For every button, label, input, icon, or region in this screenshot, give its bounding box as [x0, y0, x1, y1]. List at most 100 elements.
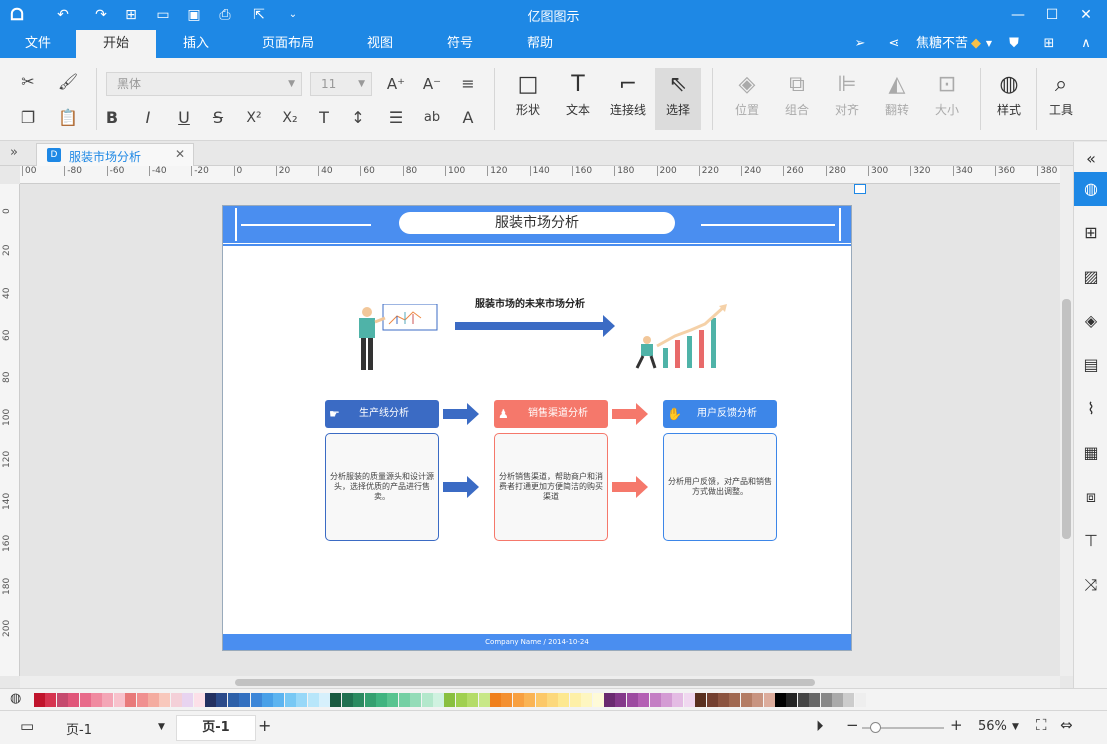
- color-swatch[interactable]: [832, 693, 843, 707]
- color-swatch[interactable]: [353, 693, 365, 707]
- tab-page-layout[interactable]: 页面布局: [250, 30, 326, 58]
- skin-icon[interactable]: ⛊: [1000, 34, 1028, 54]
- color-swatch[interactable]: [262, 693, 273, 707]
- color-swatch[interactable]: [284, 693, 296, 707]
- color-swatch[interactable]: [79, 693, 91, 707]
- color-swatch[interactable]: [581, 693, 593, 707]
- line-spacing-icon[interactable]: ↕: [346, 106, 370, 130]
- color-swatch[interactable]: [820, 693, 832, 707]
- color-swatch[interactable]: [854, 693, 866, 707]
- color-swatch[interactable]: [569, 693, 581, 707]
- color-swatch[interactable]: [501, 693, 513, 707]
- fullscreen-icon[interactable]: ⛶: [1036, 716, 1047, 734]
- color-swatch[interactable]: [512, 693, 524, 707]
- color-swatch[interactable]: [273, 693, 285, 707]
- layers-icon[interactable]: ◈: [1074, 304, 1107, 338]
- horizontal-scrollbar[interactable]: [20, 676, 1060, 688]
- format-painter-icon[interactable]: 🖌: [56, 70, 80, 94]
- add-page-button[interactable]: +: [258, 716, 271, 735]
- diagram-subtitle[interactable]: 服装市场的未来市场分析: [475, 295, 585, 310]
- color-swatch[interactable]: [193, 693, 205, 707]
- paste-icon[interactable]: 📋: [56, 106, 80, 130]
- align-left-icon[interactable]: ≡: [456, 72, 480, 96]
- table-icon[interactable]: ▦: [1074, 436, 1107, 470]
- page-handle-icon[interactable]: [854, 184, 866, 194]
- structure-icon[interactable]: ⧈: [1074, 480, 1107, 514]
- collapse-ribbon-icon[interactable]: ∧: [1076, 34, 1096, 54]
- close-tab-icon[interactable]: ✕: [175, 147, 185, 161]
- color-swatch[interactable]: [604, 693, 615, 707]
- color-swatch[interactable]: [558, 693, 570, 707]
- color-swatch[interactable]: [148, 693, 159, 707]
- card-header-feedback[interactable]: ✋ 用户反馈分析: [663, 400, 777, 428]
- color-swatch[interactable]: [478, 693, 490, 707]
- canvas-area[interactable]: 服装市场分析 服装市场的未来市场分析 ☛ 生产线分析 分析服装的质量源头和设计源…: [20, 184, 1060, 676]
- bullet-list-icon[interactable]: ☰: [384, 106, 408, 130]
- color-swatch[interactable]: [467, 693, 479, 707]
- expand-library-icon[interactable]: »: [10, 145, 18, 160]
- arrow-shape[interactable]: [443, 403, 479, 425]
- color-swatch[interactable]: [775, 693, 786, 707]
- flip-button[interactable]: ◭ 翻转: [874, 68, 920, 130]
- color-swatch[interactable]: [592, 693, 604, 707]
- zoom-level[interactable]: 56%: [978, 719, 1007, 734]
- color-swatch[interactable]: [307, 693, 319, 707]
- underline-icon[interactable]: U: [172, 106, 196, 130]
- subscript-icon[interactable]: X₂: [278, 106, 302, 130]
- tab-file[interactable]: 文件: [10, 30, 66, 58]
- position-button[interactable]: ◈ 位置: [724, 68, 770, 130]
- zoom-dropdown-icon[interactable]: ▼: [1012, 722, 1019, 732]
- play-icon[interactable]: ⏵: [816, 717, 824, 735]
- color-swatch[interactable]: [341, 693, 353, 707]
- close-button[interactable]: ✕: [1071, 4, 1101, 26]
- copy-icon[interactable]: ❐: [16, 106, 40, 130]
- color-swatch[interactable]: [296, 693, 308, 707]
- horizontal-scroll-thumb[interactable]: [235, 679, 815, 686]
- tab-help[interactable]: 帮助: [510, 30, 570, 58]
- color-swatch[interactable]: [626, 693, 638, 707]
- color-swatch[interactable]: [718, 693, 729, 707]
- text-tool-button[interactable]: T 文本: [555, 68, 601, 130]
- growth-illustration[interactable]: [635, 302, 731, 370]
- vertical-scroll-thumb[interactable]: [1062, 299, 1071, 539]
- color-swatch[interactable]: [170, 693, 182, 707]
- color-swatch[interactable]: [706, 693, 718, 707]
- decrease-font-icon[interactable]: A⁻: [420, 72, 444, 96]
- color-swatch[interactable]: [34, 693, 45, 707]
- color-swatch[interactable]: [387, 693, 399, 707]
- header-title[interactable]: 服装市场分析: [399, 212, 675, 234]
- font-family-select[interactable]: 黑体 ▼: [106, 72, 302, 96]
- color-swatch[interactable]: [205, 693, 216, 707]
- user-dropdown-icon[interactable]: ▼: [984, 34, 994, 54]
- font-size-select[interactable]: 11 ▼: [310, 72, 372, 96]
- presenter-illustration[interactable]: [353, 304, 439, 376]
- tab-symbols[interactable]: 符号: [430, 30, 490, 58]
- image-icon[interactable]: ▨: [1074, 260, 1107, 294]
- color-swatch[interactable]: [455, 693, 467, 707]
- page-selector[interactable]: 页-1: [66, 719, 92, 738]
- format-icon[interactable]: ⊤: [1074, 524, 1107, 558]
- color-swatch[interactable]: [102, 693, 114, 707]
- size-button[interactable]: ⊡ 大小: [924, 68, 970, 130]
- bold-icon[interactable]: B: [100, 106, 124, 130]
- chart-icon[interactable]: ⌇: [1074, 392, 1107, 426]
- color-swatch[interactable]: [227, 693, 239, 707]
- arrow-shape[interactable]: [443, 476, 479, 498]
- zoom-out-icon[interactable]: −: [846, 716, 859, 734]
- strikethrough-icon[interactable]: S: [206, 106, 230, 130]
- long-arrow-shape[interactable]: [455, 315, 615, 337]
- card-body-feedback[interactable]: 分析用户反馈，对产品和销售方式做出调整。: [663, 433, 777, 541]
- color-swatch[interactable]: [216, 693, 228, 707]
- color-swatch[interactable]: [729, 693, 741, 707]
- select-tool-button[interactable]: ⇖ 选择: [655, 68, 701, 130]
- color-swatch[interactable]: [113, 693, 125, 707]
- color-swatch[interactable]: [786, 693, 798, 707]
- color-swatch[interactable]: [68, 693, 80, 707]
- footer-bar[interactable]: Company Name / 2014-10-24: [223, 634, 851, 650]
- color-swatch[interactable]: [843, 693, 855, 707]
- color-swatch[interactable]: [45, 693, 57, 707]
- page-icon[interactable]: ▤: [1074, 348, 1107, 382]
- tools-button[interactable]: ⌕ 工具: [1038, 68, 1084, 130]
- color-swatch[interactable]: [797, 693, 809, 707]
- color-swatch[interactable]: [433, 693, 444, 707]
